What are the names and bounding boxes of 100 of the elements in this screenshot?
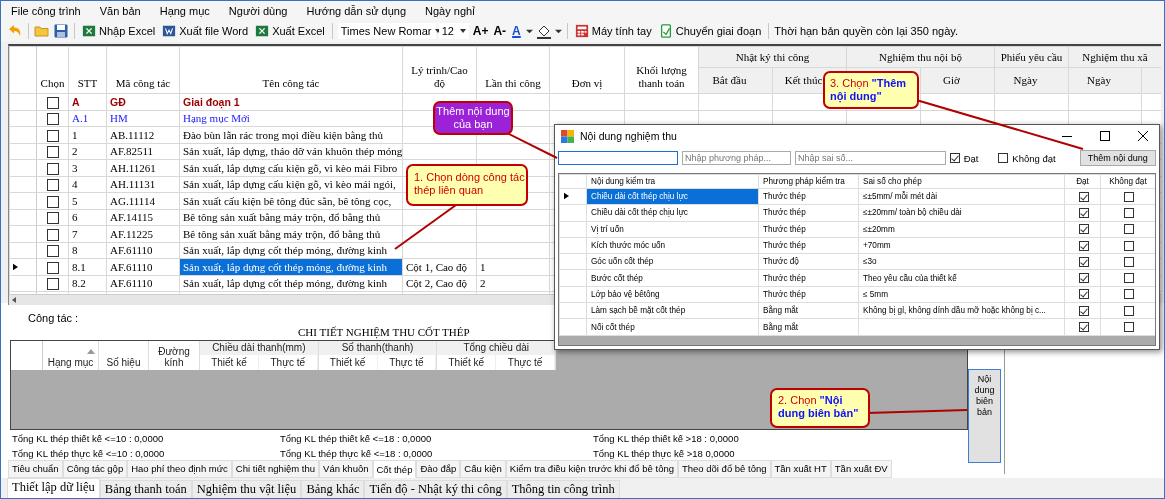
dropdown-arrow-icon[interactable] <box>554 27 562 35</box>
table-cell: AG.11114 <box>106 192 180 209</box>
checkbox[interactable] <box>1124 273 1134 284</box>
checkbox[interactable] <box>46 113 59 126</box>
checkbox[interactable] <box>1124 256 1134 267</box>
checkbox[interactable] <box>1078 289 1089 300</box>
checkbox[interactable] <box>1124 224 1134 235</box>
menu-item[interactable]: Văn bản <box>99 4 141 17</box>
font-size-dropdown[interactable]: 12 <box>438 23 469 39</box>
checkbox[interactable] <box>998 153 1009 163</box>
font-color-button[interactable]: A <box>510 24 523 38</box>
checkbox[interactable] <box>1078 322 1089 332</box>
checkbox[interactable] <box>949 153 960 163</box>
menu-item[interactable]: Ngày nghỉ <box>425 4 475 17</box>
maximize-icon[interactable] <box>1100 131 1110 141</box>
tab[interactable]: Tần xuất HT <box>770 460 831 478</box>
table-cell: Lớp bảo vệ bêtông <box>586 286 759 303</box>
checkbox[interactable] <box>1124 191 1134 202</box>
work-label: Công tác : <box>28 312 79 326</box>
column-header: Phương pháp kiểm tra <box>758 174 859 189</box>
checkbox-label: Không đạt <box>1012 152 1056 164</box>
tab[interactable]: Đào đắp <box>416 460 461 478</box>
tab[interactable]: Ván khuôn <box>319 460 373 478</box>
font-dropdown[interactable]: Times New Romar <box>337 23 436 39</box>
column-header: Mã công tác <box>106 46 180 94</box>
column-header: Giờ <box>920 67 995 94</box>
checkbox[interactable] <box>46 245 59 258</box>
paint-bucket-icon[interactable] <box>535 23 552 39</box>
table-cell: 3 <box>68 159 107 176</box>
checkbox[interactable] <box>1078 240 1089 251</box>
checkbox[interactable] <box>46 146 59 159</box>
tab[interactable]: Kiểm tra điều kiện trước khi đổ bê tông <box>505 460 678 478</box>
checkbox[interactable] <box>46 179 59 192</box>
column-header: STT <box>68 46 107 94</box>
calculator-button[interactable]: Máy tính tay <box>572 24 654 38</box>
save-icon[interactable] <box>53 23 69 39</box>
tab[interactable]: Thiết lập dữ liệu <box>7 478 100 498</box>
tab[interactable]: Cốt thép <box>372 460 417 478</box>
checkbox[interactable] <box>46 196 59 208</box>
method-input[interactable]: Nhập phương pháp... <box>682 151 791 165</box>
close-icon[interactable] <box>1138 131 1148 141</box>
checkbox[interactable] <box>1124 240 1134 251</box>
checkbox[interactable] <box>1078 305 1089 316</box>
tab[interactable]: Theo dõi đổ bê tông <box>678 460 771 478</box>
tab[interactable]: Nghiệm thu vật liệu <box>191 480 302 498</box>
table-cell: AF.11225 <box>106 225 180 242</box>
table-cell: Thước thép <box>758 204 859 222</box>
grow-font-button[interactable]: A+ <box>471 24 490 38</box>
checkbox[interactable] <box>46 96 59 109</box>
checkbox[interactable] <box>1124 289 1134 300</box>
change-phase-button[interactable]: Chuyển giai đoạn <box>656 24 764 38</box>
tab[interactable]: Tần xuất ĐV <box>830 460 892 478</box>
tab[interactable]: Thông tin công trình <box>506 480 620 498</box>
table-cell: Làm sạch bề mặt cốt thép <box>586 302 759 319</box>
calculator-icon <box>574 24 589 38</box>
column-group-header: Nghiệm thu nội bộ <box>846 46 995 68</box>
checkbox[interactable] <box>1078 191 1089 202</box>
total-text: Tổng KL thép thiết kế <=10 : 0,0000 <box>12 433 165 444</box>
add-content-button[interactable]: Thêm nội dung <box>1079 150 1156 166</box>
checkbox[interactable] <box>1078 273 1089 284</box>
tab[interactable]: Công tác gộp <box>62 460 128 478</box>
table-cell: Góc uốn cốt thép <box>586 253 759 270</box>
table-cell: GĐ <box>106 93 180 110</box>
checkbox[interactable] <box>46 163 59 175</box>
checkbox[interactable] <box>46 229 59 241</box>
menu-item[interactable]: Người dùng <box>228 4 288 17</box>
tab[interactable]: Bảng thanh toán <box>99 480 192 498</box>
checkbox[interactable] <box>1078 256 1089 267</box>
tab[interactable]: Tiến độ - Nhật ký thi công <box>364 480 507 498</box>
content-input[interactable] <box>558 151 678 165</box>
menu-item[interactable]: Hướng dẫn sử dụng <box>306 4 407 17</box>
table-cell: 2 <box>68 143 107 160</box>
report-content-button[interactable]: Nội dung biên bản <box>968 369 1001 463</box>
shrink-font-button[interactable]: A- <box>492 24 508 38</box>
export-excel-button[interactable]: Xuất Excel <box>253 24 327 38</box>
checkbox[interactable] <box>46 212 59 225</box>
tab[interactable]: Cấu kiện <box>460 460 506 478</box>
tolerance-input[interactable]: Nhập sai số... <box>795 151 946 165</box>
column-group-header: Chiều dài thanh(mm) <box>200 341 318 355</box>
tab[interactable]: Hao phí theo định mức <box>127 460 232 478</box>
checkbox[interactable] <box>1124 322 1134 332</box>
checkbox[interactable] <box>46 278 59 291</box>
dropdown-arrow-icon[interactable] <box>525 27 533 35</box>
table-cell: Theo yêu cầu của thiết kế <box>858 270 1065 287</box>
tab[interactable]: Tiêu chuẩn <box>8 460 63 478</box>
checkbox[interactable] <box>46 262 59 274</box>
checkbox[interactable] <box>46 130 59 142</box>
table-cell: AB.11112 <box>106 126 180 143</box>
tab[interactable]: Chi tiết nghiệm thu <box>231 460 320 478</box>
checkbox[interactable] <box>1124 305 1134 316</box>
import-excel-button[interactable]: Nhập Excel <box>80 24 158 38</box>
menu-item[interactable]: Hạng mục <box>159 4 210 17</box>
tab[interactable]: Bảng khác <box>301 480 365 498</box>
table-cell: 7 <box>68 225 107 242</box>
export-word-button[interactable]: Xuất file Word <box>160 24 251 38</box>
checkbox[interactable] <box>1078 224 1089 235</box>
column-header: Hạng mục <box>43 341 99 370</box>
checkbox[interactable] <box>1124 207 1134 218</box>
checkbox[interactable] <box>1078 207 1089 218</box>
menu-item[interactable]: File công trình <box>11 4 81 17</box>
